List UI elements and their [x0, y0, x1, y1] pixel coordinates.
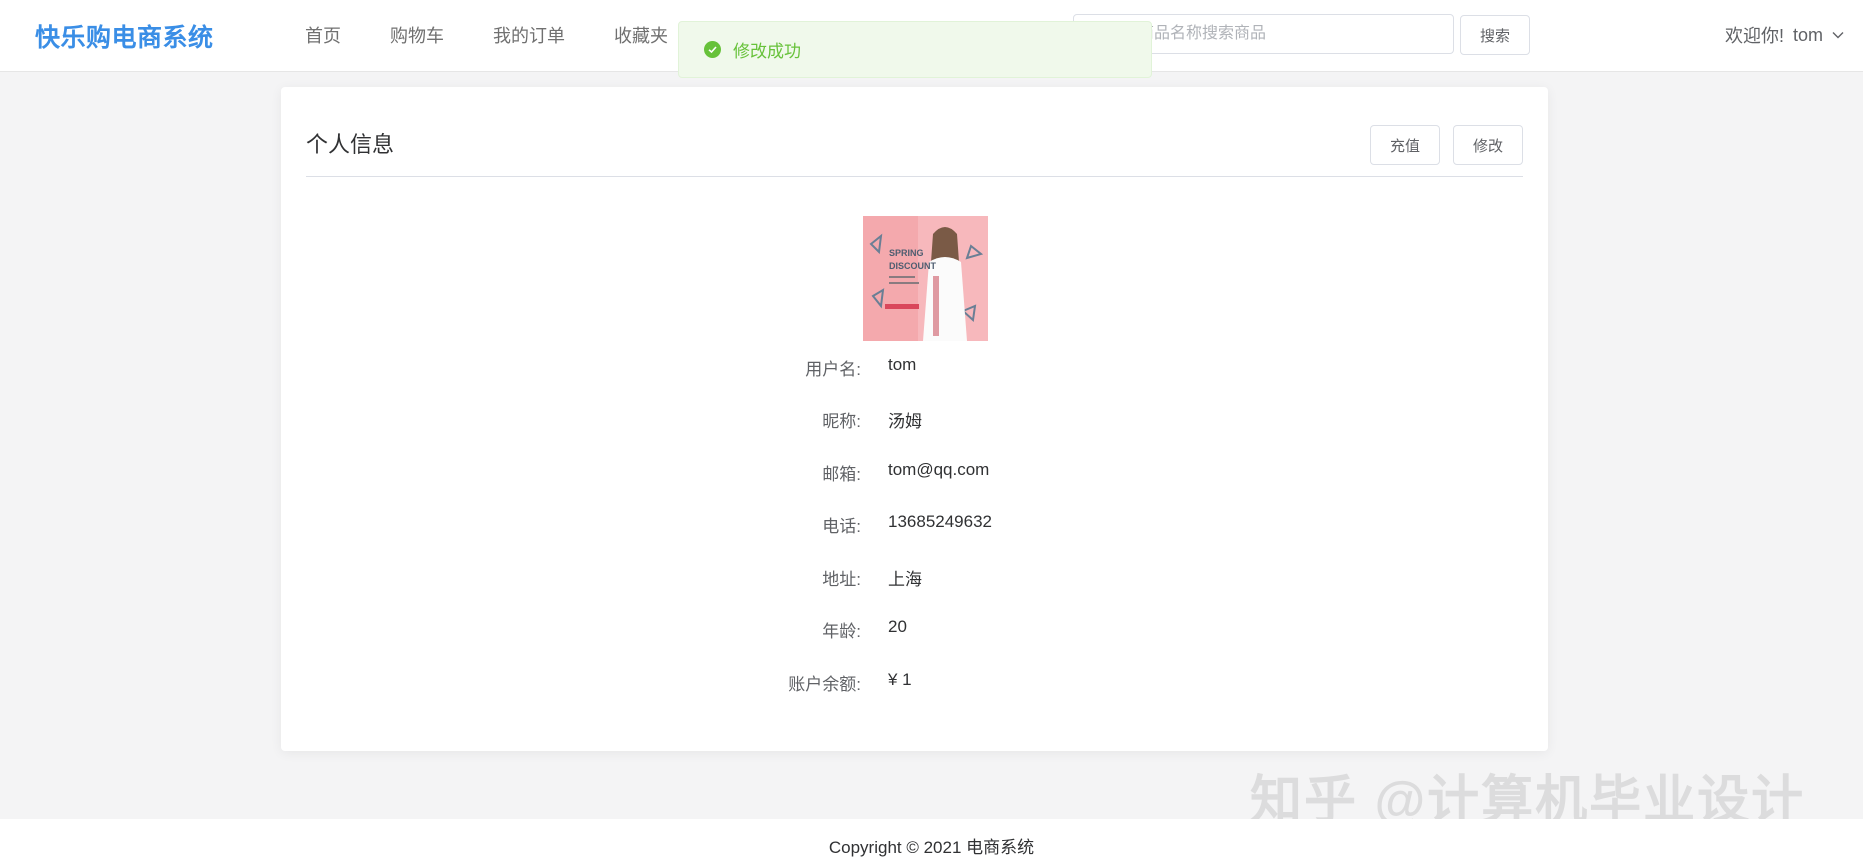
info-row-balance: 账户余额: ¥ 1 [631, 670, 1231, 700]
info-row-nickname: 昵称: 汤姆 [631, 407, 1231, 437]
field-label: 地址: [822, 570, 861, 589]
username: tom [1792, 24, 1823, 45]
nav-cart[interactable]: 购物车 [390, 22, 444, 48]
welcome-text: 欢迎你! [1724, 26, 1784, 46]
site-logo[interactable]: 快乐购电商系统 [35, 18, 214, 54]
user-menu[interactable]: 欢迎你! tom [1725, 22, 1845, 48]
field-label: 昵称: [822, 412, 861, 431]
nav-favorites[interactable]: 收藏夹 [614, 22, 668, 48]
info-row-address: 地址: 上海 [631, 565, 1231, 595]
nav-home[interactable]: 首页 [305, 22, 341, 48]
toast-message: 修改成功 [733, 42, 801, 61]
success-toast: 修改成功 [678, 21, 1152, 78]
page-title: 个人信息 [306, 132, 395, 157]
copyright-text: Copyright © 2021 电商系统 [828, 838, 1035, 857]
field-value: 上海 [888, 570, 922, 589]
chevron-down-icon [1832, 32, 1844, 39]
success-check-icon [704, 41, 721, 58]
nav-orders[interactable]: 我的订单 [493, 22, 565, 48]
field-label: 年龄: [822, 622, 861, 641]
field-value: 20 [888, 617, 907, 636]
field-label: 用户名: [805, 360, 861, 379]
profile-card: 个人信息 充值 修改 SPRING DISCOUNT 用户名: tom 昵称: … [281, 87, 1548, 751]
field-label: 邮箱: [822, 465, 861, 484]
field-value: tom@qq.com [888, 460, 990, 479]
footer: Copyright © 2021 电商系统 [0, 819, 1863, 865]
field-value: 汤姆 [888, 412, 922, 431]
main-nav: 首页 购物车 我的订单 收藏夹 [305, 22, 717, 48]
field-label: 电话: [822, 517, 861, 536]
edit-button[interactable]: 修改 [1453, 125, 1523, 165]
field-value: 13685249632 [888, 512, 993, 531]
field-label: 账户余额: [788, 675, 861, 694]
svg-text:SPRING: SPRING [889, 248, 924, 258]
info-row-phone: 电话: 13685249632 [631, 512, 1231, 542]
field-value: tom [888, 355, 917, 374]
svg-text:DISCOUNT: DISCOUNT [889, 261, 937, 271]
search-button[interactable]: 搜索 [1460, 15, 1530, 55]
avatar: SPRING DISCOUNT [863, 216, 988, 341]
info-row-age: 年龄: 20 [631, 617, 1231, 647]
info-row-username: 用户名: tom [631, 355, 1231, 385]
recharge-button[interactable]: 充值 [1370, 125, 1440, 165]
info-row-email: 邮箱: tom@qq.com [631, 460, 1231, 490]
field-value: ¥ 1 [888, 670, 912, 689]
title-divider [306, 176, 1523, 177]
